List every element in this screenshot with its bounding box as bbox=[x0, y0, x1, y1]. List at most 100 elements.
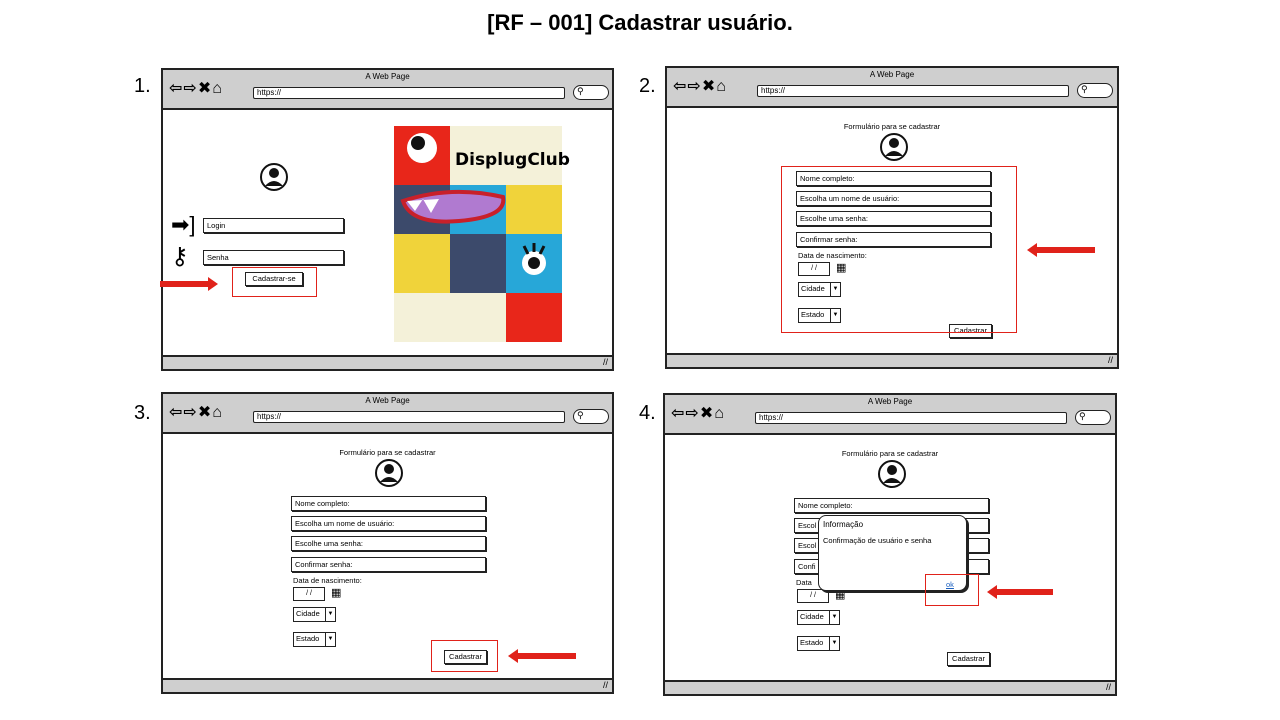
home-icon[interactable]: ⌂ bbox=[716, 78, 727, 95]
browser-window-submit: A Web Page ⇦⇨✖⌂ https:// ⚲ Formulário pa… bbox=[161, 392, 614, 694]
resize-icon[interactable]: // bbox=[603, 680, 608, 690]
forward-icon[interactable]: ⇨ bbox=[183, 80, 197, 97]
state-select[interactable]: Estado ▼ bbox=[293, 632, 336, 647]
url-bar[interactable]: https:// bbox=[253, 411, 565, 423]
step-number-1: 1. bbox=[134, 75, 151, 97]
username-input[interactable]: Escolha um nome de usuário: bbox=[291, 516, 486, 531]
full-name-input[interactable]: Nome completo: bbox=[291, 496, 486, 511]
close-icon[interactable]: ✖ bbox=[198, 404, 212, 421]
browser-window-confirmation: A Web Page ⇦⇨✖⌂ https:// ⚲ Formulário pa… bbox=[663, 393, 1117, 696]
chevron-down-icon: ▼ bbox=[325, 633, 335, 646]
key-icon: ⚷ bbox=[171, 243, 189, 270]
chevron-down-icon: ▼ bbox=[325, 608, 335, 621]
login-icon: ➡] bbox=[171, 212, 196, 237]
state-select-label: Estado bbox=[296, 634, 320, 643]
search-icon: ⚲ bbox=[577, 86, 584, 96]
highlight-box bbox=[781, 166, 1017, 333]
window-title: A Web Page bbox=[365, 72, 410, 81]
form-heading: Formulário para se cadastrar bbox=[843, 122, 941, 131]
birth-date-label: Data bbox=[796, 578, 812, 587]
dialog-title: Informação bbox=[823, 520, 864, 529]
nav-icons: ⇦⇨✖⌂ bbox=[169, 81, 223, 97]
forward-icon[interactable]: ⇨ bbox=[687, 78, 701, 95]
highlight-box bbox=[925, 574, 979, 606]
back-icon[interactable]: ⇦ bbox=[169, 80, 183, 97]
step-number-4: 4. bbox=[639, 402, 656, 424]
resize-icon[interactable]: // bbox=[1106, 682, 1111, 692]
nav-icons: ⇦⇨✖⌂ bbox=[169, 405, 223, 421]
resize-icon[interactable]: // bbox=[1108, 355, 1113, 365]
forward-icon[interactable]: ⇨ bbox=[183, 404, 197, 421]
browser-toolbar: A Web Page ⇦⇨✖⌂ https:// ⚲ bbox=[163, 394, 612, 434]
browser-window-form: A Web Page ⇦⇨✖⌂ https:// ⚲ Formulário pa… bbox=[665, 66, 1119, 369]
page-title: [RF – 001] Cadastrar usuário. bbox=[487, 10, 793, 35]
search-box[interactable]: ⚲ bbox=[573, 409, 609, 424]
city-select-label: Cidade bbox=[296, 609, 320, 618]
city-select[interactable]: Cidade ▼ bbox=[293, 607, 336, 622]
logo-tile bbox=[450, 234, 506, 293]
logo-tile bbox=[506, 185, 562, 234]
nav-icons: ⇦⇨✖⌂ bbox=[673, 79, 727, 95]
step-number-3: 3. bbox=[134, 402, 151, 424]
back-icon[interactable]: ⇦ bbox=[169, 404, 183, 421]
url-bar[interactable]: https:// bbox=[757, 85, 1069, 97]
status-bar: // bbox=[665, 680, 1115, 694]
nav-icons: ⇦⇨✖⌂ bbox=[671, 406, 725, 422]
close-icon[interactable]: ✖ bbox=[700, 405, 714, 422]
password-input[interactable]: Escolhe uma senha: bbox=[291, 536, 486, 551]
resize-icon[interactable]: // bbox=[603, 357, 608, 367]
date-input[interactable]: / / bbox=[797, 589, 829, 603]
eye-icon bbox=[522, 243, 546, 275]
chevron-down-icon: ▼ bbox=[829, 637, 839, 650]
mouth-icon bbox=[400, 189, 506, 224]
url-bar[interactable]: https:// bbox=[253, 87, 565, 99]
step-number-2: 2. bbox=[639, 75, 656, 97]
status-bar: // bbox=[163, 678, 612, 692]
forward-icon[interactable]: ⇨ bbox=[685, 405, 699, 422]
search-icon: ⚲ bbox=[577, 410, 584, 420]
password-input[interactable]: Senha bbox=[203, 250, 344, 265]
browser-toolbar: A Web Page ⇦⇨✖⌂ https:// ⚲ bbox=[665, 395, 1115, 435]
logo-tile bbox=[506, 293, 562, 342]
home-icon[interactable]: ⌂ bbox=[212, 80, 223, 97]
avatar-icon bbox=[880, 133, 908, 161]
home-icon[interactable]: ⌂ bbox=[212, 404, 223, 421]
logo-tile bbox=[394, 234, 450, 293]
highlight-box bbox=[431, 640, 498, 672]
search-box[interactable]: ⚲ bbox=[1075, 410, 1111, 425]
home-icon[interactable]: ⌂ bbox=[714, 405, 725, 422]
form-heading: Formulário para se cadastrar bbox=[841, 449, 939, 458]
eye-icon bbox=[407, 133, 437, 163]
logo-tile bbox=[506, 234, 562, 293]
back-icon[interactable]: ⇦ bbox=[671, 405, 685, 422]
city-select-label: Cidade bbox=[800, 612, 824, 621]
login-input[interactable]: Login bbox=[203, 218, 344, 233]
state-select[interactable]: Estado ▼ bbox=[797, 636, 840, 651]
dialog-message: Confirmação de usuário e senha bbox=[823, 536, 932, 545]
search-icon: ⚲ bbox=[1081, 84, 1088, 94]
red-arrow bbox=[1027, 243, 1095, 257]
city-select[interactable]: Cidade ▼ bbox=[797, 610, 840, 625]
window-title: A Web Page bbox=[869, 70, 915, 79]
avatar-icon bbox=[878, 460, 906, 488]
date-input[interactable]: / / bbox=[293, 587, 325, 601]
confirm-password-input[interactable]: Confirmar senha: bbox=[291, 557, 486, 572]
status-bar: // bbox=[667, 353, 1117, 367]
url-bar[interactable]: https:// bbox=[755, 412, 1067, 424]
red-arrow bbox=[508, 649, 576, 663]
close-icon[interactable]: ✖ bbox=[198, 80, 212, 97]
logo-tile bbox=[394, 293, 506, 342]
submit-button[interactable]: Cadastrar bbox=[947, 652, 990, 666]
calendar-icon[interactable]: ▦ bbox=[331, 586, 341, 599]
full-name-input[interactable]: Nome completo: bbox=[794, 498, 989, 513]
browser-toolbar: A Web Page ⇦⇨✖⌂ https:// ⚲ bbox=[667, 68, 1117, 108]
close-icon[interactable]: ✖ bbox=[702, 78, 716, 95]
red-arrow bbox=[160, 277, 218, 291]
avatar-icon bbox=[260, 163, 288, 191]
browser-window-login: A Web Page ⇦⇨✖⌂ https:// ⚲ ➡] Login ⚷ Se… bbox=[161, 68, 614, 371]
back-icon[interactable]: ⇦ bbox=[673, 78, 687, 95]
search-box[interactable]: ⚲ bbox=[573, 85, 609, 100]
search-box[interactable]: ⚲ bbox=[1077, 83, 1113, 98]
form-heading: Formulário para se cadastrar bbox=[339, 448, 436, 457]
chevron-down-icon: ▼ bbox=[829, 611, 839, 624]
